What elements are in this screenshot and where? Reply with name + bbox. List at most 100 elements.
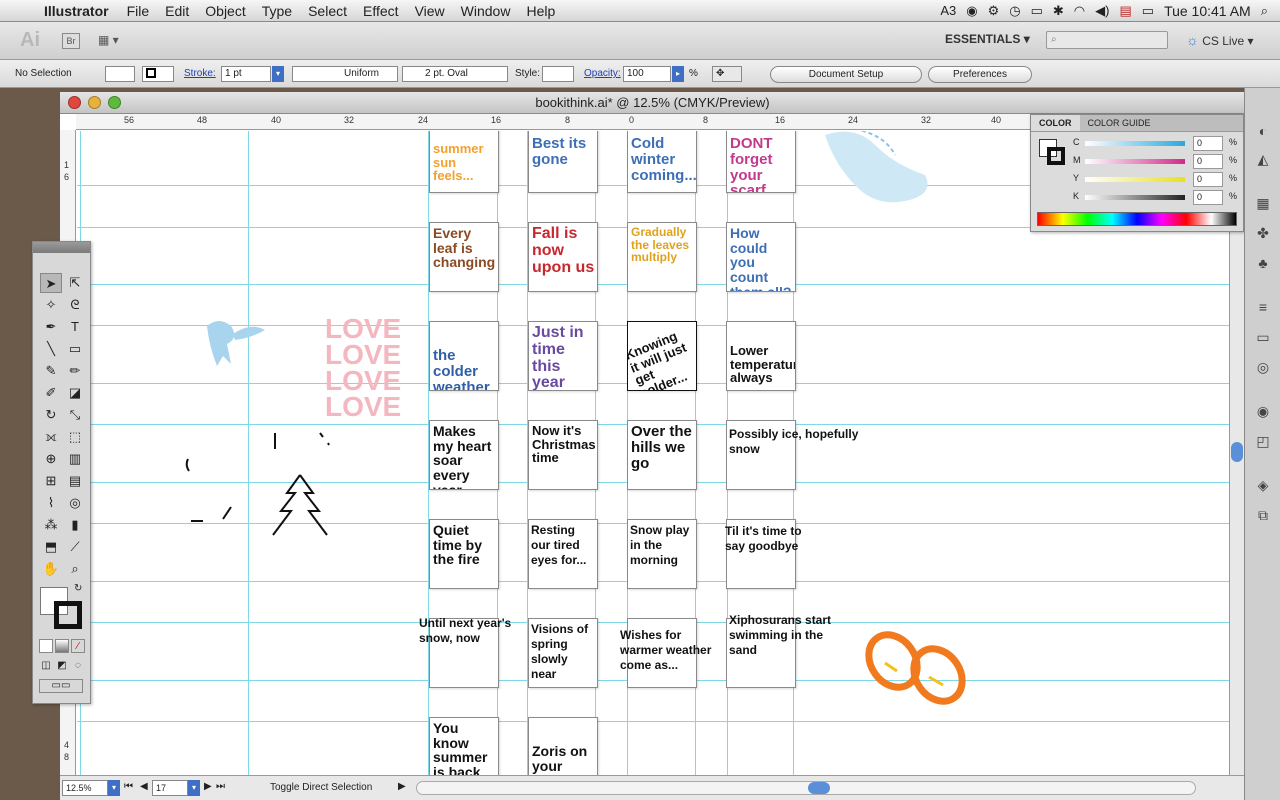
first-artboard-icon[interactable]: ⏮	[124, 781, 133, 792]
graphic-styles-icon[interactable]: ◰	[1252, 430, 1274, 452]
blob-brush-tool-icon[interactable]: ✐	[40, 383, 62, 403]
zoom-level-input[interactable]: 12.5%	[62, 780, 108, 796]
channel-value[interactable]: 0	[1193, 154, 1223, 169]
mesh-tool-icon[interactable]: ⊞	[40, 471, 62, 491]
bridge-button[interactable]: Br	[62, 33, 80, 49]
rectangle-tool-icon[interactable]: ▭	[64, 339, 86, 359]
rotate-tool-icon[interactable]: ↻	[40, 405, 62, 425]
menu-type[interactable]: Type	[254, 3, 300, 19]
artboard-tool-icon[interactable]: ⬒	[40, 537, 62, 557]
text-until-next[interactable]: Until next year's snow, now	[419, 616, 523, 646]
text-til-time[interactable]: Til it's time to say goodbye	[725, 524, 815, 554]
stroke-icon[interactable]: ≡	[1252, 296, 1274, 318]
slice-tool-icon[interactable]: ⟋	[64, 537, 86, 557]
artboard-dropdown-icon[interactable]: ▾	[188, 780, 200, 796]
color-panel-icon[interactable]: ◐	[1252, 120, 1274, 142]
yellow-slider[interactable]: Y 0 %	[1031, 171, 1245, 189]
width-tool-icon[interactable]: ⟗	[40, 427, 62, 447]
menu-window[interactable]: Window	[453, 3, 519, 19]
page-tile-b[interactable]: Best its gone	[528, 131, 598, 193]
color-guide-icon[interactable]: ◭	[1252, 148, 1274, 170]
volume-icon[interactable]: ◀)	[1095, 3, 1109, 19]
page-tile-s[interactable]: summer sun feels...	[429, 131, 499, 193]
brush-definition[interactable]: 2 pt. Oval	[402, 66, 508, 82]
status-menu-icon[interactable]: ▶	[398, 781, 406, 792]
page-tile-r[interactable]: Resting our tired eyes for...	[528, 519, 598, 589]
wifi-icon[interactable]: ◠	[1074, 3, 1085, 19]
stroke-weight-input[interactable]: 1 pt	[221, 66, 271, 82]
appearance-icon[interactable]: ◉	[1252, 400, 1274, 422]
bird-artwork[interactable]	[199, 316, 269, 372]
page-tile-q[interactable]: Quiet time by the fire	[429, 519, 499, 589]
page-tile-c[interactable]: Cold winter coming...	[627, 131, 697, 193]
recolor-artwork-icon[interactable]: ✥	[712, 66, 742, 82]
zoom-dropdown-icon[interactable]: ▾	[108, 780, 120, 796]
page-tile-d[interactable]: DONT forget your scarf	[726, 131, 796, 193]
screen-mode-icon[interactable]: ▭▭	[39, 679, 83, 693]
channel-value[interactable]: 0	[1193, 190, 1223, 205]
cyan-slider[interactable]: C 0 %	[1031, 135, 1245, 153]
minimize-button[interactable]	[88, 96, 101, 109]
camera-icon[interactable]: ◉	[966, 3, 977, 19]
magic-wand-tool-icon[interactable]: ✧	[40, 295, 62, 315]
perspective-grid-tool-icon[interactable]: ▥	[64, 449, 86, 469]
stroke-swatch-large[interactable]	[54, 601, 82, 629]
artboard-number-input[interactable]: 17	[152, 780, 188, 796]
channel-value[interactable]: 0	[1193, 136, 1223, 151]
hand-tool-icon[interactable]: ✋	[40, 559, 62, 579]
tile-text-x[interactable]: Xiphosurans start swimming in the sand	[729, 613, 833, 658]
next-artboard-icon[interactable]: ▶	[204, 781, 212, 792]
gear-icon[interactable]: ⚙	[988, 3, 1000, 19]
draw-behind-icon[interactable]: ◩	[55, 659, 69, 673]
cs-live-button[interactable]: ☼ CS Live ▾	[1186, 32, 1254, 48]
paintbrush-tool-icon[interactable]: ✎	[40, 361, 62, 381]
channel-bar[interactable]	[1085, 177, 1185, 182]
menu-object[interactable]: Object	[197, 3, 253, 19]
lasso-tool-icon[interactable]: ᘓ	[64, 295, 86, 315]
column-graph-tool-icon[interactable]: ▮	[64, 515, 86, 535]
clock[interactable]: Tue 10:41 AM	[1164, 3, 1251, 19]
page-tile-f[interactable]: Fall is now upon us	[528, 222, 598, 292]
symbols-icon[interactable]: ♣	[1252, 252, 1274, 274]
pencil-tool-icon[interactable]: ✏	[64, 361, 86, 381]
channel-value[interactable]: 0	[1193, 172, 1223, 187]
direct-selection-tool-icon[interactable]: ⇱	[64, 273, 86, 293]
page-tile-y[interactable]: You know summer is back	[429, 717, 499, 775]
stroke-label[interactable]: Stroke:	[184, 66, 216, 82]
gradient-icon[interactable]: ▭	[1252, 326, 1274, 348]
sandals-artwork[interactable]	[863, 631, 973, 706]
battery-icon[interactable]: ▭	[1142, 3, 1154, 19]
page-tile-o[interactable]: Over the hills we go	[627, 420, 697, 490]
tab-color[interactable]: COLOR	[1031, 115, 1080, 131]
magenta-slider[interactable]: M 0 %	[1031, 153, 1245, 171]
swap-fill-stroke-icon[interactable]: ↻	[74, 583, 82, 594]
status-text[interactable]: Toggle Direct Selection	[270, 782, 372, 793]
stroke-weight-dropdown-icon[interactable]: ▾	[272, 66, 284, 82]
eraser-tool-icon[interactable]: ◪	[64, 383, 86, 403]
adobe-updates-icon[interactable]: A3	[940, 3, 956, 18]
tile-text-w[interactable]: Wishes for warmer weather come as...	[620, 628, 724, 673]
channel-bar[interactable]	[1085, 159, 1185, 164]
spotlight-icon[interactable]: ⌕	[1261, 3, 1268, 19]
stroke-swatch[interactable]	[142, 66, 174, 82]
cloud-artwork[interactable]	[815, 131, 937, 211]
page-tile-e[interactable]: Every leaf is changing	[429, 222, 499, 292]
page-tile-n[interactable]: Now it's Christmas time	[528, 420, 598, 490]
page-tile-l[interactable]: Lower temperatures always	[726, 321, 796, 391]
pen-tool-icon[interactable]: ✒	[40, 317, 62, 337]
none-mode-icon[interactable]: ⁄	[71, 639, 85, 653]
opacity-label[interactable]: Opacity:	[584, 66, 621, 82]
document-setup-button[interactable]: Document Setup	[770, 66, 922, 83]
draw-inside-icon[interactable]: ◌	[71, 659, 85, 673]
bluetooth-icon[interactable]: ✱	[1053, 3, 1064, 19]
page-tile-j[interactable]: Just in time this year	[528, 321, 598, 391]
scale-tool-icon[interactable]: ⤡	[64, 405, 86, 425]
page-tile-m[interactable]: Makes my heart soar every year	[429, 420, 499, 490]
gradient-mode-icon[interactable]	[55, 639, 69, 653]
love-artwork[interactable]: LOVE LOVE LOVE LOVE	[325, 315, 403, 421]
page-tile-z[interactable]: Zoris on your	[528, 717, 598, 775]
search-input[interactable]: ⌕	[1046, 31, 1168, 49]
swatches-icon[interactable]: ▦	[1252, 192, 1274, 214]
blend-tool-icon[interactable]: ◎	[64, 493, 86, 513]
time-machine-icon[interactable]: ◷	[1009, 3, 1020, 19]
